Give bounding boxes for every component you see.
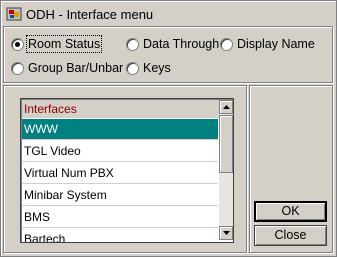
list-item[interactable]: Bartech [22,229,218,242]
list-item[interactable]: Virtual Num PBX [22,163,218,184]
arrow-up-icon [222,105,230,109]
scroll-up-button[interactable] [219,100,233,114]
list-item[interactable]: BMS [22,207,218,228]
radio-room-status[interactable]: Room Status [11,35,103,53]
list-item[interactable]: WWW [22,119,218,140]
ok-button[interactable]: OK [254,201,327,222]
radio-group-bar-unbar[interactable]: Group Bar/Unbar [11,60,123,76]
interfaces-panel: Interfaces WWW TGL Video Virtual Num PBX… [3,85,247,253]
odh-app-icon [6,7,22,21]
radio-indicator[interactable] [126,61,139,75]
title-bar[interactable]: ODH - Interface menu [3,3,334,25]
radio-indicator[interactable] [11,37,24,51]
list-scrollbar[interactable] [219,100,233,240]
radio-keys[interactable]: Keys [126,60,171,76]
radio-data-through[interactable]: Data Through [126,36,219,52]
scroll-thumb[interactable] [219,115,233,173]
list-header: Interfaces [22,100,220,118]
radio-display-name-label: Display Name [237,37,315,51]
list-item[interactable]: Minibar System [22,185,218,206]
interfaces-list[interactable]: Interfaces WWW TGL Video Virtual Num PBX… [20,98,234,243]
close-button[interactable]: Close [254,225,327,246]
actions-panel: OK Close [249,85,333,253]
radio-indicator[interactable] [11,61,24,75]
radio-data-through-label: Data Through [143,37,220,51]
radio-display-name[interactable]: Display Name [220,36,315,52]
interface-menu-window: ODH - Interface menu Room Status Data Th… [0,0,337,257]
radio-indicator[interactable] [220,37,233,51]
radio-group-bar-unbar-label: Group Bar/Unbar [28,61,124,75]
list-item[interactable]: TGL Video [22,141,218,162]
radio-room-status-label: Room Status [25,35,103,53]
radio-indicator[interactable] [126,37,139,51]
radio-keys-label: Keys [143,61,171,75]
arrow-down-icon [222,231,230,235]
window-title: ODH - Interface menu [26,7,154,22]
scroll-down-button[interactable] [219,226,233,240]
filter-options-group: Room Status Data Through Display Name Gr… [3,26,333,83]
